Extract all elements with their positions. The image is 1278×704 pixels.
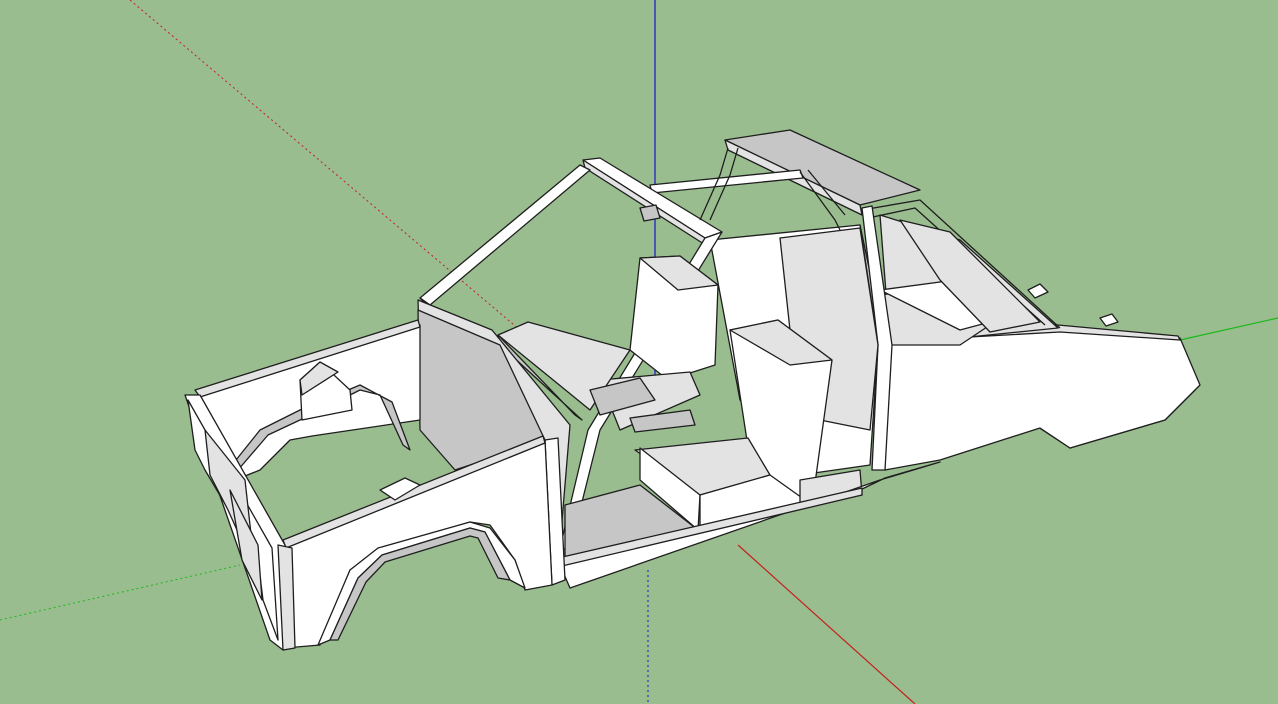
viewport-canvas[interactable] bbox=[0, 0, 1278, 704]
3d-viewport[interactable] bbox=[0, 0, 1278, 704]
rearview-mirror bbox=[639, 204, 661, 222]
